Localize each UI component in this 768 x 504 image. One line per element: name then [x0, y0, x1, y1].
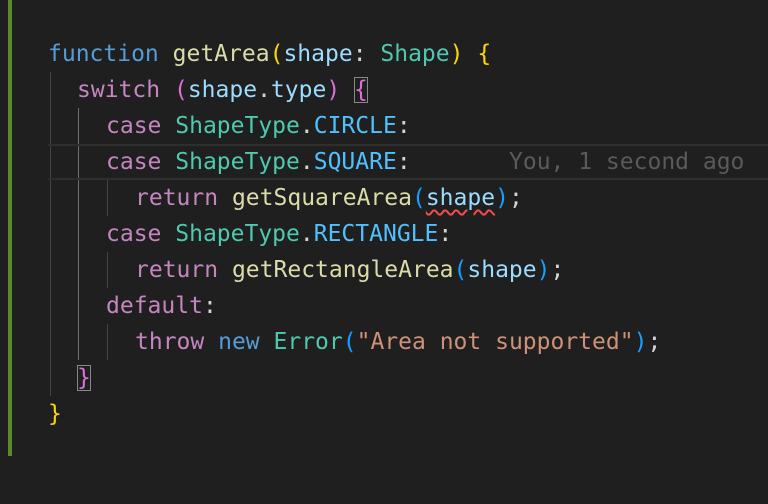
error-argument[interactable]: shape	[426, 185, 495, 211]
paren: (	[411, 185, 426, 211]
code-line[interactable]: case ShapeType.RECTANGLE:	[0, 216, 768, 252]
paren: )	[326, 77, 341, 103]
code-line[interactable]: default:	[0, 288, 768, 324]
type-name: Error	[273, 329, 343, 355]
code-line[interactable]: switch (shape.type) {	[0, 72, 768, 108]
code-line[interactable]: }	[0, 396, 768, 432]
keyword: case	[106, 221, 162, 247]
dot: .	[257, 77, 271, 103]
colon: :	[438, 221, 453, 247]
enum-member: CIRCLE	[313, 113, 397, 139]
keyword: case	[106, 113, 162, 139]
type-name: Shape	[380, 41, 450, 67]
paren: (	[269, 41, 284, 67]
colon: :	[396, 113, 411, 139]
type-name: ShapeType	[175, 149, 300, 175]
parameter: shape	[283, 41, 353, 67]
matched-brace: }	[77, 365, 91, 391]
code-editor[interactable]: function getArea(shape: Shape) { switch …	[0, 0, 768, 456]
paren: )	[495, 185, 509, 211]
enum-member: SQUARE	[313, 149, 397, 175]
argument: shape	[467, 257, 537, 283]
current-line[interactable]: case ShapeType.SQUARE: You, 1 second ago	[48, 144, 768, 180]
paren: (	[342, 329, 357, 355]
colon: :	[352, 41, 381, 67]
semicolon: ;	[647, 329, 662, 355]
string-literal: "Area not supported"	[356, 329, 634, 355]
semicolon: ;	[508, 185, 523, 211]
keyword: case	[106, 149, 162, 175]
function-name: getArea	[172, 41, 270, 67]
code-line[interactable]: case ShapeType.CIRCLE:	[0, 108, 768, 144]
paren: (	[173, 77, 188, 103]
paren: )	[449, 41, 464, 67]
dot: .	[299, 149, 314, 175]
code-line[interactable]: throw new Error("Area not supported");	[0, 324, 768, 360]
paren: )	[536, 257, 551, 283]
git-blame-annotation: You, 1 second ago	[509, 149, 745, 175]
type-name: ShapeType	[175, 113, 300, 139]
property: type	[270, 77, 327, 103]
keyword: throw	[135, 329, 205, 355]
enum-member: RECTANGLE	[313, 221, 439, 247]
code-line[interactable]: function getArea(shape: Shape) {	[0, 36, 768, 72]
keyword: return	[135, 257, 219, 283]
keyword: function	[48, 41, 159, 67]
paren: )	[633, 329, 648, 355]
dot: .	[299, 221, 314, 247]
code-line[interactable]: }	[0, 360, 768, 396]
keyword: default	[106, 293, 203, 319]
dot: .	[299, 113, 314, 139]
colon: :	[202, 293, 217, 319]
brace: {	[477, 41, 492, 67]
function-call: getRectangleArea	[231, 257, 454, 283]
function-call: getSquareArea	[231, 185, 412, 211]
type-name: ShapeType	[175, 221, 300, 247]
brace: }	[48, 401, 62, 427]
colon: :	[396, 149, 411, 175]
code-line[interactable]: return getSquareArea(shape);	[0, 180, 768, 216]
variable: shape	[187, 77, 258, 103]
code-line[interactable]: return getRectangleArea(shape);	[0, 252, 768, 288]
paren: (	[453, 257, 468, 283]
keyword: return	[135, 185, 219, 211]
keyword: new	[218, 329, 260, 355]
semicolon: ;	[550, 257, 565, 283]
matched-brace: {	[354, 77, 368, 103]
keyword: switch	[77, 77, 161, 103]
